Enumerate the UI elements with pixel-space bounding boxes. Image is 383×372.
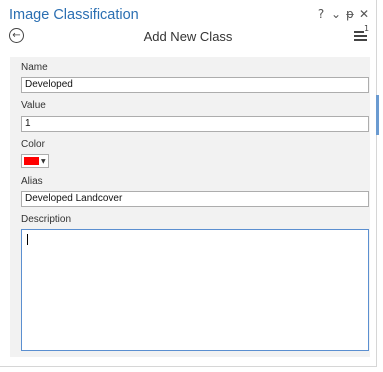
- menu-line-icon: [354, 31, 364, 33]
- alias-label: Alias: [21, 176, 43, 187]
- page-title: Add New Class: [143, 29, 233, 44]
- chevron-down-icon[interactable]: ⌄: [330, 8, 342, 20]
- menu-badge: 1: [364, 24, 370, 33]
- description-label: Description: [21, 214, 72, 225]
- pane-titlebar: Image Classification ? ⌄ ᵽ ✕: [0, 0, 376, 24]
- value-field[interactable]: 1: [21, 116, 369, 132]
- outer-scrollbar[interactable]: [376, 95, 379, 135]
- menu-line-icon: [354, 35, 367, 37]
- image-classification-pane: Image Classification ? ⌄ ᵽ ✕ ← Add New C…: [0, 0, 377, 367]
- name-label: Name: [21, 62, 48, 73]
- text-cursor: [27, 234, 28, 245]
- caret-down-icon: ▼: [41, 158, 46, 165]
- menu-line-icon: [354, 39, 367, 41]
- close-icon[interactable]: ✕: [358, 8, 370, 20]
- value-label: Value: [21, 100, 46, 111]
- color-picker-button[interactable]: ▼: [21, 154, 49, 168]
- menu-button[interactable]: 1: [353, 24, 370, 43]
- alias-field[interactable]: Developed Landcover: [21, 191, 369, 207]
- pane-title: Image Classification: [9, 7, 139, 23]
- help-icon[interactable]: ?: [315, 8, 327, 20]
- name-field[interactable]: Developed: [21, 77, 369, 93]
- pin-icon[interactable]: ᵽ: [344, 8, 356, 20]
- color-swatch: [24, 157, 39, 165]
- color-label: Color: [21, 139, 45, 150]
- description-textarea[interactable]: [21, 229, 369, 351]
